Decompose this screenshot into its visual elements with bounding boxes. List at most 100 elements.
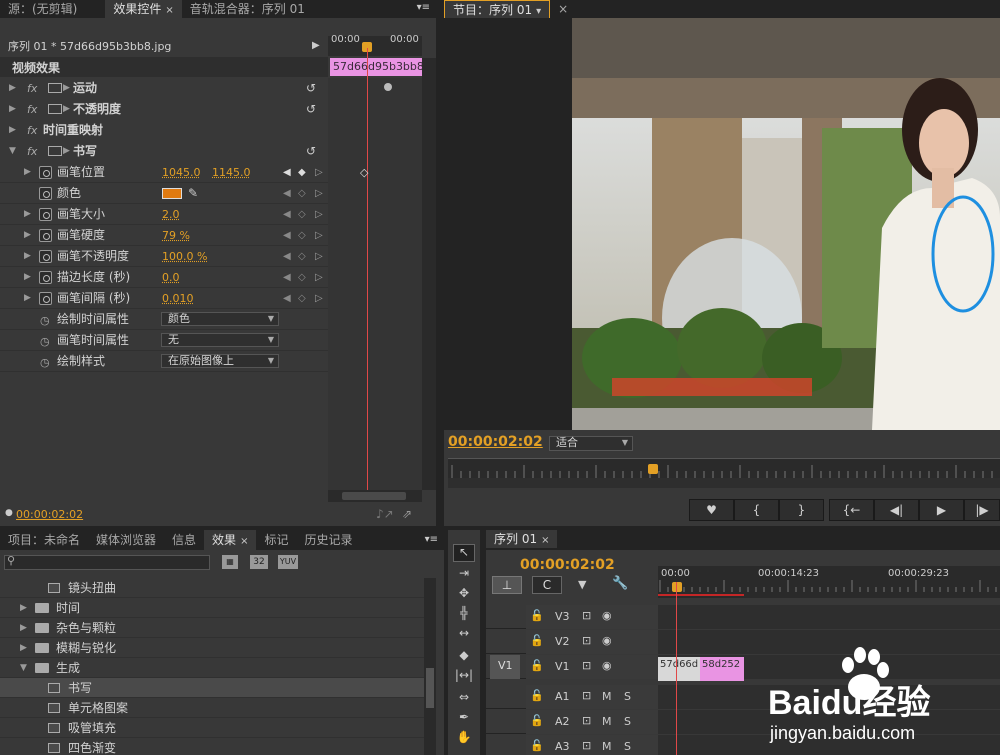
fx-icon[interactable]: fx: [27, 141, 37, 162]
timeline-ruler[interactable]: 00:00 00:00:14:23 00:00:29:23: [658, 566, 1000, 598]
triangle-right-icon[interactable]: ▶: [24, 204, 31, 225]
search-input[interactable]: ⚲: [4, 554, 210, 570]
mark-out-button[interactable]: }: [779, 499, 824, 521]
sync-lock-icon[interactable]: ⊡: [582, 689, 591, 702]
prev-keyframe-icon[interactable]: ◀: [283, 288, 291, 309]
razor-tool-icon[interactable]: ◆: [453, 648, 475, 666]
param-value[interactable]: 0.0: [162, 267, 180, 288]
hand-tool-icon[interactable]: ✋: [453, 730, 475, 748]
stopwatch-icon[interactable]: [39, 292, 52, 305]
add-marker-icon[interactable]: ▼: [578, 578, 586, 591]
triangle-right-icon[interactable]: ▶: [9, 120, 16, 141]
next-keyframe-icon[interactable]: ▷: [315, 288, 323, 309]
eye-icon[interactable]: ◉: [602, 634, 612, 647]
close-icon[interactable]: ×: [240, 536, 248, 547]
tab-dropdown-icon[interactable]: ▾: [536, 6, 541, 17]
sync-lock-icon[interactable]: ⊡: [582, 714, 591, 727]
timeline-playhead-icon[interactable]: [672, 582, 682, 592]
stopwatch-icon[interactable]: [39, 187, 52, 200]
tab-3[interactable]: 效果 ×: [204, 530, 257, 550]
solo-button[interactable]: S: [624, 690, 631, 703]
param-select[interactable]: 在原始图像上 ▼: [161, 354, 279, 368]
snap-icon[interactable]: ⊥: [492, 576, 522, 594]
track-name[interactable]: A2: [555, 715, 570, 728]
tree-item[interactable]: ▶ 杂色与颗粒: [0, 618, 424, 638]
program-zoom-bar[interactable]: [448, 478, 1000, 488]
source-patch[interactable]: [490, 605, 520, 629]
tree-item[interactable]: 四色渐变: [0, 738, 424, 755]
tree-item[interactable]: ▶ 时间: [0, 598, 424, 618]
mute-button[interactable]: M: [602, 690, 612, 703]
tab-4[interactable]: 标记: [256, 530, 296, 550]
prev-keyframe-icon[interactable]: ◀: [283, 162, 291, 183]
lock-icon[interactable]: 🔓: [530, 659, 544, 672]
yuv-icon[interactable]: YUV: [278, 555, 298, 569]
tab-0[interactable]: 项目：未命名: [0, 530, 88, 550]
fx-icon[interactable]: fx: [27, 78, 37, 99]
clip-bar[interactable]: 57d66d95b3bb8.j: [330, 58, 422, 76]
close-icon[interactable]: ×: [165, 5, 173, 16]
tree-item[interactable]: ▶ 模糊与锐化: [0, 638, 424, 658]
sync-lock-icon[interactable]: ⊡: [582, 609, 591, 622]
triangle-down-icon[interactable]: ▼: [20, 658, 27, 678]
32bit-icon[interactable]: 32: [250, 555, 268, 569]
tree-item[interactable]: 单元格图案: [0, 698, 424, 718]
timeline-clip-2[interactable]: 58d252: [700, 657, 744, 681]
track-name[interactable]: A3: [555, 740, 570, 753]
prev-keyframe-icon[interactable]: ◀: [283, 183, 291, 204]
triangle-right-icon[interactable]: ▶: [20, 618, 27, 638]
program-timecode[interactable]: 00:00:02:02: [448, 434, 543, 450]
prev-keyframe-icon[interactable]: ◀: [283, 246, 291, 267]
reset-icon[interactable]: ↺: [306, 78, 316, 99]
tree-item[interactable]: 书写: [0, 678, 424, 698]
tab-1[interactable]: 媒体浏览器: [88, 530, 164, 550]
stopwatch-icon[interactable]: ◷: [40, 352, 50, 373]
triangle-right-icon[interactable]: ▶: [24, 288, 31, 309]
stopwatch-icon[interactable]: [39, 229, 52, 242]
tab-program[interactable]: 节目：序列 01 ▾: [444, 0, 551, 18]
triangle-right-icon[interactable]: ▶: [24, 162, 31, 183]
program-ruler[interactable]: [448, 458, 1000, 478]
triangle-right-icon[interactable]: ▶: [9, 78, 16, 99]
source-patch[interactable]: [490, 630, 520, 654]
track-lane[interactable]: [658, 605, 1000, 629]
expand-timeline-icon[interactable]: ▶: [312, 40, 320, 51]
source-patch[interactable]: [490, 685, 520, 709]
mini-ruler[interactable]: 00:00 00:00: [328, 34, 422, 56]
go-to-in-button[interactable]: {←: [829, 499, 874, 521]
color-swatch[interactable]: [162, 188, 182, 199]
stopwatch-icon[interactable]: ◷: [40, 310, 50, 331]
add-keyframe-icon[interactable]: ◇: [298, 225, 306, 246]
track-select-tool-icon[interactable]: ⇥: [453, 566, 475, 584]
stopwatch-icon[interactable]: ◷: [40, 331, 50, 352]
fx-icon[interactable]: fx: [27, 120, 37, 141]
next-keyframe-icon[interactable]: ▷: [315, 246, 323, 267]
lock-icon[interactable]: 🔓: [530, 714, 544, 727]
track-name[interactable]: V1: [555, 660, 570, 673]
effect-row[interactable]: ▼ fx ▶ 书写 ↺: [0, 141, 328, 162]
sync-lock-icon[interactable]: ⊡: [582, 634, 591, 647]
sync-lock-icon[interactable]: ⊡: [582, 659, 591, 672]
step-back-button[interactable]: ◀|: [874, 499, 919, 521]
lock-icon[interactable]: 🔓: [530, 689, 544, 702]
loop-icon[interactable]: ♪↗: [376, 507, 394, 521]
source-patch[interactable]: V1: [490, 655, 520, 679]
fit-select[interactable]: 适合 ▼: [549, 436, 633, 451]
effect-row[interactable]: ▶ fx ▶ 运动 ↺: [0, 78, 328, 99]
slide-tool-icon[interactable]: ⇔: [453, 690, 475, 708]
keyframe-diamond-icon[interactable]: ◇: [360, 162, 368, 183]
reset-icon[interactable]: ↺: [306, 141, 316, 162]
tree-item[interactable]: 镜头扭曲: [0, 578, 424, 598]
tree-item[interactable]: ▼ 生成: [0, 658, 424, 678]
mute-button[interactable]: M: [602, 740, 612, 753]
tab-audio-mixer[interactable]: 音轨混合器：序列 01: [182, 0, 313, 18]
export-icon[interactable]: ⇗: [402, 507, 412, 521]
add-keyframe-icon[interactable]: ◇: [298, 204, 306, 225]
prev-keyframe-icon[interactable]: ◀: [283, 267, 291, 288]
slip-tool-icon[interactable]: |↔|: [453, 668, 475, 686]
panel-menu-icon[interactable]: ▾≡: [417, 2, 430, 13]
add-keyframe-icon[interactable]: ◇: [298, 246, 306, 267]
tab-2[interactable]: 信息: [164, 530, 204, 550]
tab-5[interactable]: 历史记录: [296, 530, 360, 550]
prev-keyframe-icon[interactable]: ◀: [283, 225, 291, 246]
